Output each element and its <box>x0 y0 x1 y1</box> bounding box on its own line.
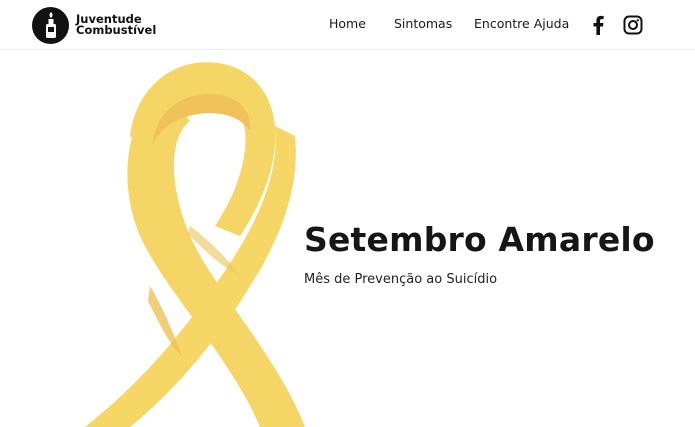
nav-item-encontre-ajuda[interactable]: Encontre Ajuda <box>474 16 569 31</box>
facebook-icon[interactable] <box>590 14 606 36</box>
yellow-ribbon-image <box>70 56 320 427</box>
nav-item-sintomas[interactable]: Sintomas <box>394 16 452 31</box>
instagram-icon[interactable] <box>623 14 643 36</box>
nav-item-home[interactable]: Home <box>329 16 366 31</box>
site-header: Juventude Combustível Home Sintomas Enco… <box>0 0 695 50</box>
page-subtitle: Mês de Prevenção ao Suicídio <box>304 272 498 287</box>
page-title: Setembro Amarelo <box>304 220 655 259</box>
